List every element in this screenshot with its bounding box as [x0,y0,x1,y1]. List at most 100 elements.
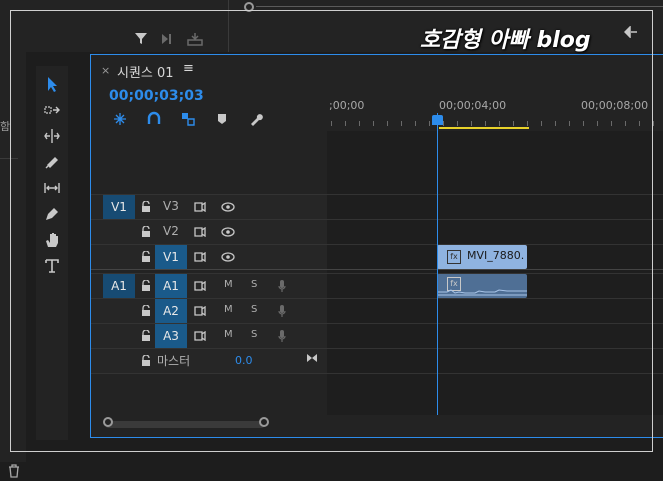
sequence-panel: × 시퀀스 01 ≡ 00;00;03;03 ;00;00 00;00;04;0… [90,54,663,438]
mute-button[interactable]: M [224,329,233,340]
in-out-range-bar[interactable] [439,127,529,129]
jump-to-edit-icon[interactable] [305,351,319,365]
ruler-tick [331,121,332,126]
eye-icon[interactable] [221,250,235,264]
ruler-tick [387,121,388,126]
video-clip[interactable]: fx MVI_7880. [437,245,527,269]
lock-icon[interactable] [139,225,153,239]
track-divider [91,273,663,274]
source-patch-v1[interactable]: V1 [103,195,135,219]
mute-button[interactable]: M [224,304,233,315]
track-divider [91,269,663,270]
track-target-a2[interactable]: A2 [155,299,187,323]
ruler-tick [429,121,430,126]
track-header-a3[interactable]: A3 M S [91,324,327,348]
master-track-label: 마스터 [157,354,191,368]
master-volume-value[interactable]: 0.0 [235,354,253,367]
linked-selection-icon[interactable] [179,111,197,127]
horizontal-scrollbar[interactable] [91,415,663,435]
track-target-a3[interactable]: A3 [155,324,187,348]
ruler-tick [415,121,416,126]
type-tool-icon[interactable] [36,254,68,278]
eye-icon[interactable] [221,200,235,214]
track-header-a1[interactable]: A1 A1 M S [91,274,327,298]
playhead-line[interactable] [437,113,438,425]
scrollbar-right-handle[interactable] [259,417,269,427]
track-divider [91,194,663,195]
ruler-tick [583,121,584,126]
left-panel-divider [0,158,18,159]
pen-tool-icon[interactable] [36,202,68,226]
ruler-tick [597,121,598,126]
lock-icon[interactable] [139,354,153,368]
microphone-icon[interactable] [275,279,289,293]
microphone-icon[interactable] [275,329,289,343]
eye-icon[interactable] [221,225,235,239]
track-header-v2[interactable]: V2 [91,220,327,244]
ruler-tick [443,121,444,126]
track-select-tool-icon[interactable] [36,98,68,122]
sync-lock-icon[interactable] [193,279,207,293]
lock-icon[interactable] [139,200,153,214]
sync-lock-icon[interactable] [193,200,207,214]
track-header-a2[interactable]: A2 M S [91,299,327,323]
sync-lock-icon[interactable] [193,329,207,343]
selection-tool-icon[interactable] [36,72,68,96]
sequence-tab-title[interactable]: 시퀀스 01 [117,62,174,81]
ripple-edit-tool-icon[interactable] [36,124,68,148]
lock-icon[interactable] [139,304,153,318]
lock-icon[interactable] [139,250,153,264]
track-target-a1[interactable]: A1 [155,274,187,298]
timeline-settings-icon[interactable] [247,111,265,127]
snap-icon[interactable] [145,111,163,127]
time-ruler[interactable]: ;00;00 00;00;04;00 00;00;08;00 [327,95,663,131]
ruler-label: 00;00;04;00 [439,99,507,112]
razor-tool-icon[interactable] [36,150,68,174]
tab-menu-icon[interactable]: ≡ [183,61,194,76]
left-panel-strip: 함 [0,52,26,478]
solo-button[interactable]: S [251,329,257,340]
track-name-v3: V3 [163,199,179,213]
microphone-icon[interactable] [275,304,289,318]
step-back-icon[interactable] [623,25,638,39]
lock-icon[interactable] [139,279,153,293]
nest-toggle-icon[interactable] [111,111,129,127]
solo-button[interactable]: S [251,279,257,290]
ruler-tick [499,121,500,126]
tracks-area: V1 V3 V2 V1 A1 A1 M S A2 M S A3 M S 마스터 … [91,113,663,427]
ruler-tick [569,121,570,126]
trash-icon[interactable] [8,464,20,478]
sync-lock-icon[interactable] [193,225,207,239]
sync-lock-icon[interactable] [193,304,207,318]
source-patch-a1[interactable]: A1 [103,274,135,298]
frame-line [652,10,653,452]
ruler-tick [541,121,542,126]
tab-close-button[interactable]: × [101,64,110,77]
scrollbar-track[interactable] [105,421,265,428]
overwrite-icon[interactable] [186,32,204,46]
audio-clip[interactable]: fx [437,274,527,298]
solo-button[interactable]: S [251,304,257,315]
frame-line [10,10,653,11]
sync-lock-icon[interactable] [193,250,207,264]
filter-icon[interactable] [134,32,150,46]
ruler-tick [485,121,486,126]
mute-button[interactable]: M [224,279,233,290]
lock-icon[interactable] [139,329,153,343]
ruler-tick [513,121,514,126]
add-marker-icon[interactable] [213,111,231,127]
track-header-v1[interactable]: V1 [91,245,327,269]
scrollbar-left-handle[interactable] [103,417,113,427]
track-divider [91,373,663,374]
track-header-master[interactable]: 마스터 0.0 [91,349,327,373]
hand-tool-icon[interactable] [36,228,68,252]
audio-waveform [437,289,527,296]
ruler-tick [345,121,346,126]
track-header-v3[interactable]: V1 V3 [91,195,327,219]
ruler-tick [359,121,360,126]
ruler-tick [457,121,458,126]
playhead-timecode[interactable]: 00;00;03;03 [109,88,204,104]
insert-icon[interactable] [160,32,176,46]
slip-tool-icon[interactable] [36,176,68,200]
track-target-v1[interactable]: V1 [155,245,187,269]
